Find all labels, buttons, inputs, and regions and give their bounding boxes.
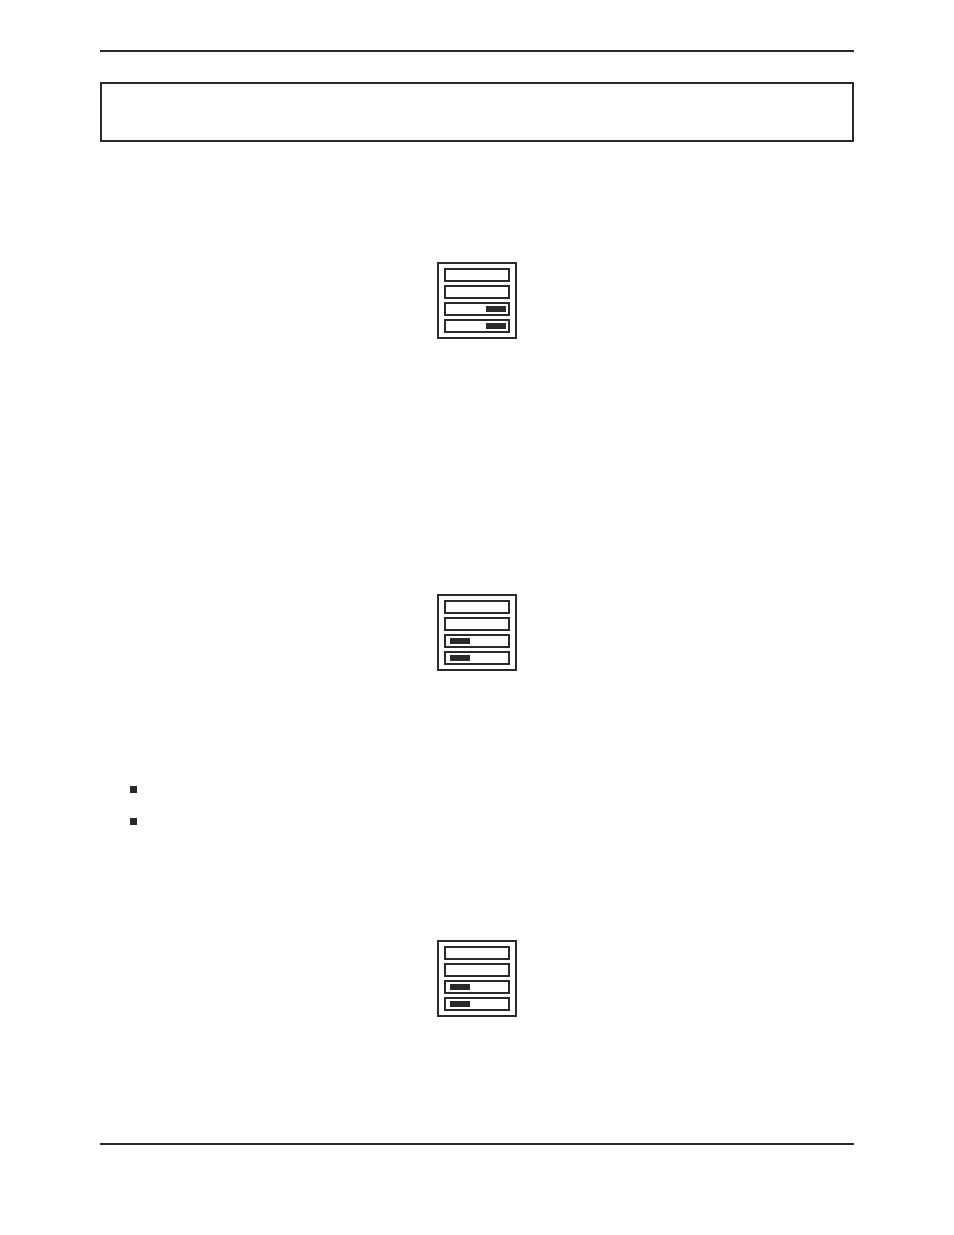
rack-fill <box>486 323 506 329</box>
rack-slot <box>444 302 510 316</box>
server-rack-icon <box>437 940 517 1017</box>
rack-slot <box>444 946 510 960</box>
spacer <box>100 855 854 940</box>
rack-slot <box>444 651 510 665</box>
spacer <box>100 701 854 761</box>
spacer <box>100 369 854 594</box>
list-item <box>130 818 854 825</box>
title-box <box>100 82 854 142</box>
footer-rule <box>100 1143 854 1145</box>
rack-slot <box>444 319 510 333</box>
diagram-1 <box>100 262 854 339</box>
rack-slot <box>444 617 510 631</box>
rack-fill <box>450 1001 470 1007</box>
list-item <box>130 786 854 793</box>
rack-slot <box>444 963 510 977</box>
rack-fill <box>450 655 470 661</box>
rack-slot <box>444 980 510 994</box>
server-rack-icon <box>437 262 517 339</box>
footer <box>100 1143 854 1145</box>
bullet-list <box>130 786 854 825</box>
rack-slot <box>444 600 510 614</box>
server-rack-icon <box>437 594 517 671</box>
rack-fill <box>450 638 470 644</box>
rack-fill <box>486 306 506 312</box>
header-rule <box>100 50 854 52</box>
rack-slot <box>444 268 510 282</box>
diagram-2 <box>100 594 854 671</box>
bullet-icon <box>130 786 137 793</box>
rack-slot <box>444 285 510 299</box>
diagram-3 <box>100 940 854 1017</box>
rack-slot <box>444 634 510 648</box>
rack-fill <box>450 984 470 990</box>
bullet-icon <box>130 818 137 825</box>
rack-slot <box>444 997 510 1011</box>
